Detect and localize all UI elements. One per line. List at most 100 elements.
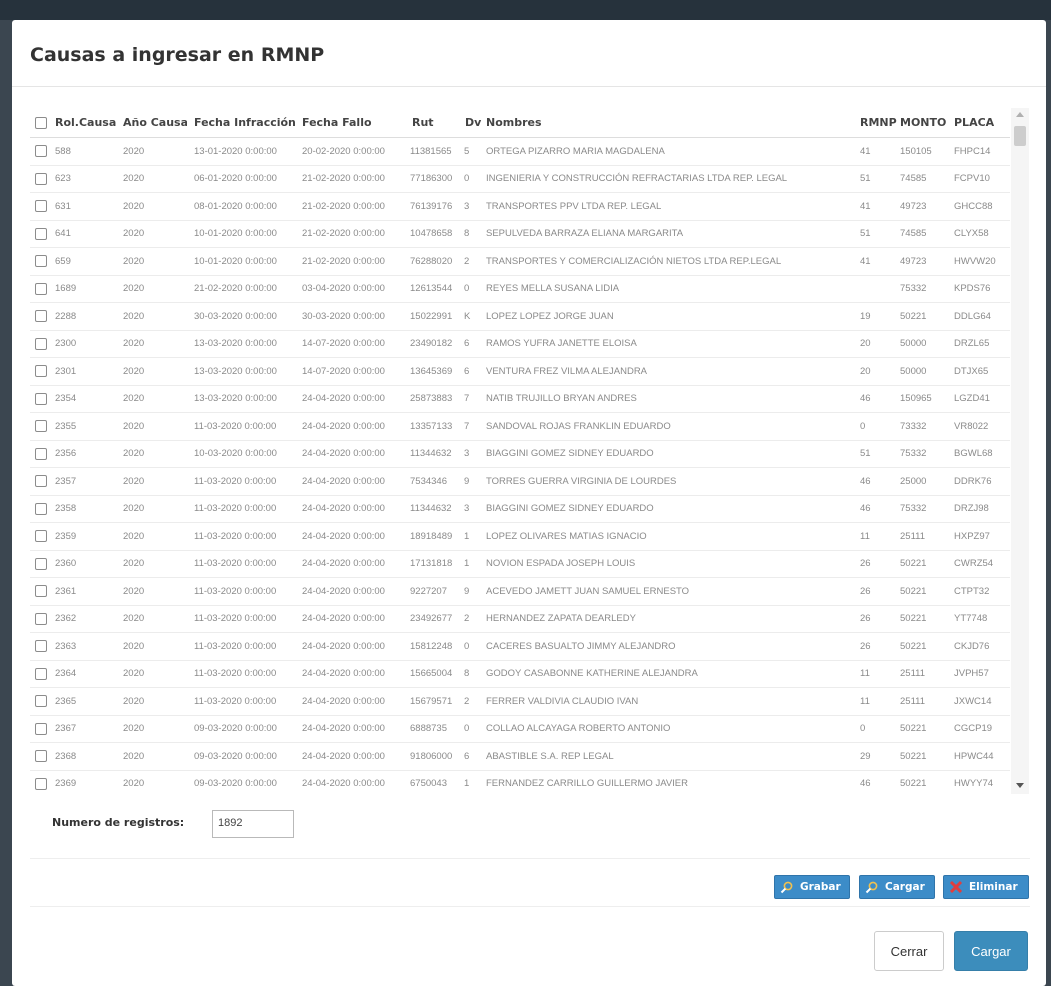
- cell-fecha-fallo: 21-02-2020 0:00:00: [302, 228, 385, 240]
- table-row[interactable]: 2356 2020 10-03-2020 0:00:00 24-04-2020 0:0…: [30, 441, 1010, 468]
- cell-rut: 76139176: [410, 200, 453, 212]
- row-checkbox[interactable]: [35, 447, 47, 460]
- row-checkbox[interactable]: [35, 502, 47, 515]
- vertical-scrollbar[interactable]: [1011, 108, 1029, 794]
- cell-dv: 6: [464, 365, 470, 377]
- cell-rol-causa: 623: [55, 173, 71, 185]
- table-row[interactable]: 659 2020 10-01-2020 0:00:00 21-02-2020 0:00…: [30, 248, 1010, 276]
- cell-placa: KPDS76: [954, 283, 991, 295]
- table-row[interactable]: 1689 2020 21-02-2020 0:00:00 03-04-2020 0:0…: [30, 276, 1010, 303]
- cell-dv: K: [464, 310, 471, 322]
- col-header-placa[interactable]: PLACA: [954, 108, 1010, 137]
- row-checkbox[interactable]: [35, 667, 47, 680]
- table-row[interactable]: 2364 2020 11-03-2020 0:00:00 24-04-2020 0:0…: [30, 661, 1010, 688]
- cargar-button[interactable]: Cargar: [954, 931, 1028, 971]
- causas-grid: Rol.Causa Año Causa Fecha Infracción Fec…: [30, 108, 1030, 794]
- row-checkbox[interactable]: [35, 227, 47, 240]
- col-header-rol-causa[interactable]: Rol.Causa: [55, 108, 117, 137]
- row-checkbox[interactable]: [35, 200, 47, 213]
- table-row[interactable]: 641 2020 10-01-2020 0:00:00 21-02-2020 0:00…: [30, 221, 1010, 248]
- table-row[interactable]: 2362 2020 11-03-2020 0:00:00 24-04-2020 0:0…: [30, 606, 1010, 633]
- eliminar-button[interactable]: Eliminar: [943, 875, 1029, 899]
- table-row[interactable]: 2361 2020 11-03-2020 0:00:00 24-04-2020 0:0…: [30, 578, 1010, 606]
- table-row[interactable]: 2360 2020 11-03-2020 0:00:00 24-04-2020 0:0…: [30, 551, 1010, 578]
- select-all-checkbox[interactable]: [35, 116, 47, 129]
- cell-placa: VR8022: [954, 420, 989, 432]
- row-checkbox[interactable]: [35, 695, 47, 708]
- table-row[interactable]: 2369 2020 09-03-2020 0:00:00 24-04-2020 0:0…: [30, 771, 1010, 795]
- row-checkbox[interactable]: [35, 530, 47, 543]
- row-checkbox[interactable]: [35, 172, 47, 185]
- row-checkbox[interactable]: [35, 557, 47, 570]
- cell-dv: 0: [464, 723, 470, 735]
- table-row[interactable]: 2357 2020 11-03-2020 0:00:00 24-04-2020 0:0…: [30, 468, 1010, 496]
- row-checkbox[interactable]: [35, 420, 47, 433]
- cell-placa: JXWC14: [954, 695, 992, 707]
- col-header-fecha-infraccion[interactable]: Fecha Infracción: [194, 108, 300, 137]
- cell-fecha-infraccion: 11-03-2020 0:00:00: [194, 585, 277, 597]
- cell-rol-causa: 2364: [55, 668, 77, 680]
- table-row[interactable]: 2368 2020 09-03-2020 0:00:00 24-04-2020 0:0…: [30, 743, 1010, 771]
- col-header-rut[interactable]: Rut: [412, 108, 464, 137]
- row-checkbox[interactable]: [35, 722, 47, 735]
- cell-nombres: BIAGGINI GOMEZ SIDNEY EDUARDO: [486, 448, 654, 460]
- row-checkbox[interactable]: [35, 612, 47, 625]
- row-checkbox[interactable]: [35, 310, 47, 323]
- cell-placa: LGZD41: [954, 393, 990, 405]
- row-checkbox[interactable]: [35, 282, 47, 295]
- table-row[interactable]: 2363 2020 11-03-2020 0:00:00 24-04-2020 0:0…: [30, 633, 1010, 661]
- cell-anio-causa: 2020: [123, 228, 145, 240]
- table-row[interactable]: 2358 2020 11-03-2020 0:00:00 24-04-2020 0:0…: [30, 496, 1010, 523]
- table-row[interactable]: 2354 2020 13-03-2020 0:00:00 24-04-2020 0:0…: [30, 386, 1010, 413]
- row-checkbox[interactable]: [35, 145, 47, 158]
- table-row[interactable]: 2367 2020 09-03-2020 0:00:00 24-04-2020 0:0…: [30, 716, 1010, 743]
- table-row[interactable]: 631 2020 08-01-2020 0:00:00 21-02-2020 0:00…: [30, 193, 1010, 221]
- cerrar-button[interactable]: Cerrar: [874, 931, 944, 971]
- table-row[interactable]: 2300 2020 13-03-2020 0:00:00 14-07-2020 0:0…: [30, 331, 1010, 358]
- row-select-cell: [35, 551, 51, 578]
- records-count-field[interactable]: 1892: [212, 810, 294, 838]
- cell-dv: 0: [464, 173, 470, 185]
- col-header-monto[interactable]: MONTO: [900, 108, 950, 137]
- cell-rmnp: 19: [860, 310, 871, 322]
- cell-rol-causa: 2362: [55, 613, 77, 625]
- row-checkbox[interactable]: [35, 750, 47, 763]
- table-row[interactable]: 2288 2020 30-03-2020 0:00:00 30-03-2020 0:0…: [30, 303, 1010, 331]
- cell-fecha-fallo: 24-04-2020 0:00:00: [302, 778, 385, 790]
- row-select-cell: [35, 743, 51, 770]
- col-header-anio-causa[interactable]: Año Causa: [123, 108, 187, 137]
- row-checkbox[interactable]: [35, 777, 47, 790]
- row-checkbox[interactable]: [35, 475, 47, 488]
- cell-rut: 15812248: [410, 640, 453, 652]
- table-row[interactable]: 2301 2020 13-03-2020 0:00:00 14-07-2020 0:0…: [30, 358, 1010, 386]
- cell-dv: 8: [464, 668, 470, 680]
- row-checkbox[interactable]: [35, 365, 47, 378]
- magnifier-icon: [864, 879, 880, 895]
- scroll-up-arrow-icon[interactable]: [1016, 112, 1024, 117]
- row-select-cell: [35, 523, 51, 550]
- table-row[interactable]: 2365 2020 11-03-2020 0:00:00 24-04-2020 0:0…: [30, 688, 1010, 716]
- row-select-cell: [35, 688, 51, 715]
- table-row[interactable]: 2359 2020 11-03-2020 0:00:00 24-04-2020 0:0…: [30, 523, 1010, 551]
- col-header-rmnp[interactable]: RMNP: [860, 108, 898, 137]
- row-checkbox[interactable]: [35, 337, 47, 350]
- cell-dv: 2: [464, 255, 470, 267]
- cargar-toolbar-button[interactable]: Cargar: [859, 875, 935, 899]
- row-checkbox[interactable]: [35, 640, 47, 653]
- cell-rol-causa: 2363: [55, 640, 77, 652]
- col-header-nombres[interactable]: Nombres: [486, 108, 846, 137]
- table-row[interactable]: 588 2020 13-01-2020 0:00:00 20-02-2020 0:00…: [30, 138, 1010, 166]
- row-checkbox[interactable]: [35, 585, 47, 598]
- cell-rmnp: 41: [860, 145, 871, 157]
- row-checkbox[interactable]: [35, 392, 47, 405]
- cell-monto: 50221: [900, 723, 927, 735]
- table-row[interactable]: 623 2020 06-01-2020 0:00:00 21-02-2020 0:00…: [30, 166, 1010, 193]
- col-header-dv[interactable]: Dv: [465, 108, 485, 137]
- scroll-thumb[interactable]: [1014, 126, 1026, 146]
- col-header-fecha-fallo[interactable]: Fecha Fallo: [302, 108, 408, 137]
- scroll-down-arrow-icon[interactable]: [1016, 783, 1024, 788]
- table-row[interactable]: 2355 2020 11-03-2020 0:00:00 24-04-2020 0:0…: [30, 413, 1010, 441]
- grabar-button[interactable]: Grabar: [774, 875, 850, 899]
- row-checkbox[interactable]: [35, 255, 47, 268]
- cell-fecha-infraccion: 09-03-2020 0:00:00: [194, 723, 277, 735]
